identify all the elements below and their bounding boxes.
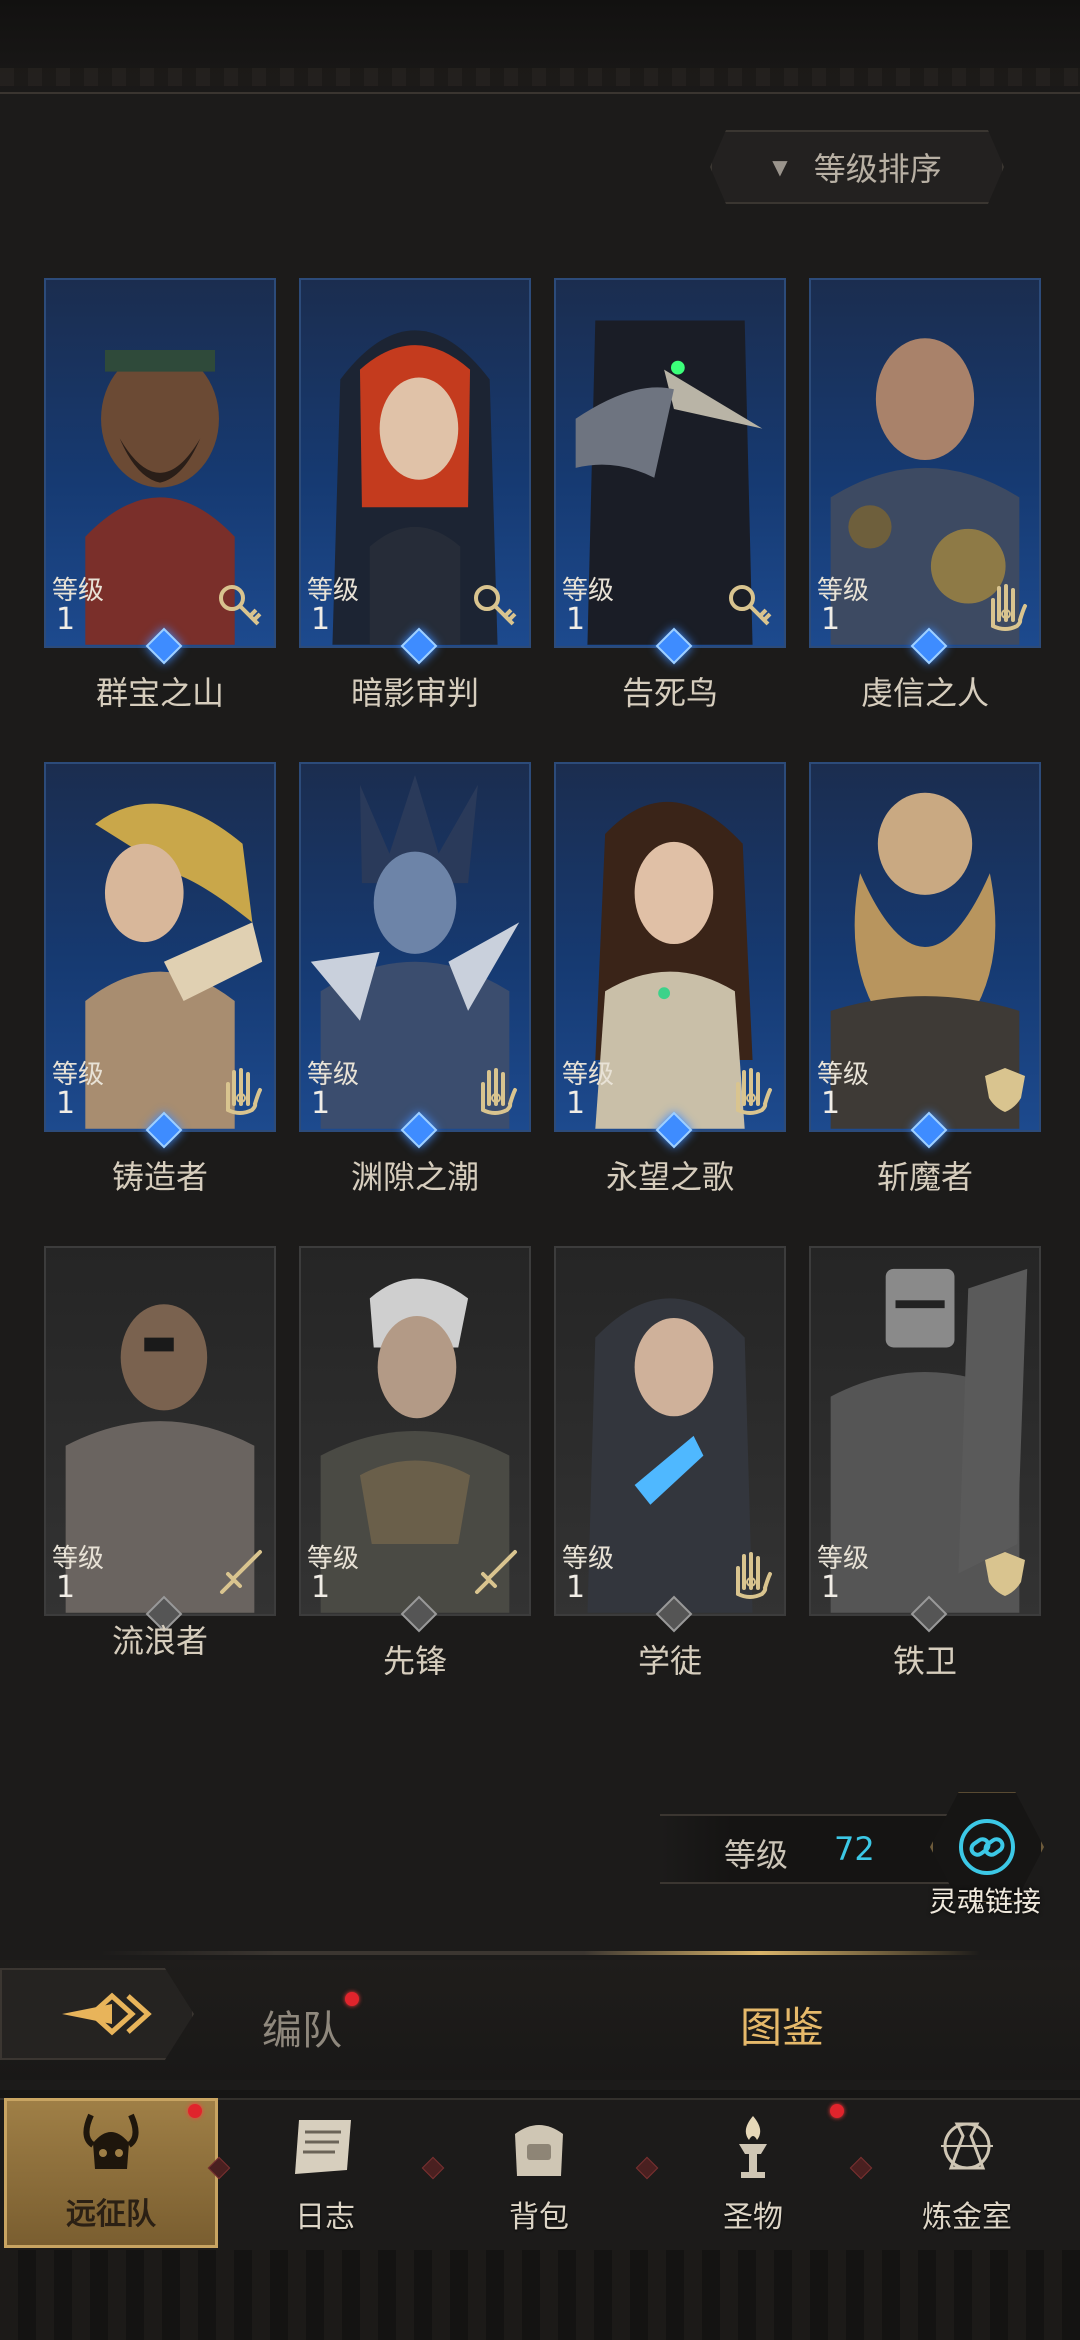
hero-name: 渊隙之潮 — [350, 1158, 479, 1196]
nav-relics[interactable]: 圣物 — [646, 2098, 860, 2248]
viking-helmet-icon — [71, 2107, 151, 2183]
sword-icon — [214, 1548, 266, 1600]
hero-card[interactable]: 等级 1 — [554, 1246, 786, 1616]
shield-icon — [979, 1064, 1031, 1116]
scroll-icon — [285, 2110, 365, 2186]
hand-icon — [469, 1064, 521, 1116]
nav-label: 远征队 — [66, 2197, 156, 2232]
level-value: 1 — [821, 1570, 841, 1605]
hand-icon — [979, 580, 1031, 632]
hero-name: 暗影审判 — [350, 674, 479, 712]
tab-codex[interactable]: 图鉴 — [740, 1994, 824, 2055]
nav-label: 圣物 — [723, 2200, 783, 2235]
hero-card[interactable]: 等级 1 — [44, 1246, 276, 1616]
key-icon — [469, 580, 521, 632]
hero-card[interactable]: 等级 1 — [554, 762, 786, 1132]
soul-link-button[interactable]: 灵魂链接 — [910, 1776, 1060, 1926]
hero-name: 铁卫 — [892, 1642, 957, 1680]
hero-name: 斩魔者 — [876, 1158, 973, 1196]
alchemy-icon — [927, 2110, 1007, 2186]
nav-label: 炼金室 — [922, 2200, 1012, 2235]
soul-link-label: 灵魂链接 — [928, 1885, 1041, 1918]
hero-card[interactable]: 等级 1 — [554, 278, 786, 648]
hero-grid: 等级 1 群宝之山 等级 1 暗影审判 等级 1 告死鸟 等级 1 虔信之人 等… — [0, 0, 1080, 1700]
bottom-ornament — [0, 2250, 1080, 2340]
key-icon — [724, 580, 776, 632]
nav-alchemy-room[interactable]: 炼金室 — [860, 2098, 1074, 2248]
level-value: 1 — [56, 602, 76, 637]
total-level-bar: 等级 72 — [660, 1814, 950, 1884]
notification-dot — [830, 2104, 844, 2118]
hero-card[interactable]: 等级 1 — [809, 1246, 1041, 1616]
nav-journal[interactable]: 日志 — [218, 2098, 432, 2248]
level-value: 1 — [56, 1570, 76, 1605]
hand-icon — [724, 1064, 776, 1116]
level-value: 1 — [311, 1086, 331, 1121]
level-value: 1 — [311, 1570, 331, 1605]
hero-card[interactable]: 等级 1 — [809, 762, 1041, 1132]
nav-expedition[interactable]: 远征队 — [4, 2098, 218, 2248]
tab-divider — [100, 1951, 980, 1955]
level-value: 1 — [566, 602, 586, 637]
hero-card[interactable]: 等级 1 — [44, 278, 276, 648]
hero-name: 群宝之山 — [95, 674, 224, 712]
nav-backpack[interactable]: 背包 — [432, 2098, 646, 2248]
hero-name: 告死鸟 — [621, 674, 718, 712]
hero-name: 先锋 — [382, 1642, 447, 1680]
torch-icon — [713, 2110, 793, 2186]
hand-icon — [724, 1548, 776, 1600]
hero-name: 铸造者 — [111, 1158, 208, 1196]
hero-card[interactable]: 等级 1 — [299, 1246, 531, 1616]
nav-label: 日志 — [295, 2200, 355, 2235]
tab-formation[interactable]: 编队 — [262, 1998, 342, 2056]
hero-card[interactable]: 等级 1 — [44, 762, 276, 1132]
hand-icon — [214, 1064, 266, 1116]
notification-dot — [345, 1992, 359, 2006]
key-icon — [214, 580, 266, 632]
total-level-value: 72 — [834, 1830, 875, 1868]
hero-name: 学徒 — [637, 1642, 702, 1680]
level-value: 1 — [311, 602, 331, 637]
hero-card[interactable]: 等级 1 — [299, 278, 531, 648]
hero-name: 虔信之人 — [860, 674, 989, 712]
hero-name: 永望之歌 — [605, 1158, 734, 1196]
hero-card[interactable]: 等级 1 — [299, 762, 531, 1132]
sword-icon — [469, 1548, 521, 1600]
total-level-label: 等级 — [724, 1836, 789, 1874]
hero-name: 流浪者 — [111, 1622, 208, 1660]
level-value: 1 — [56, 1086, 76, 1121]
arrow-left-icon — [62, 1992, 152, 2036]
back-button[interactable] — [0, 1968, 194, 2060]
nav-label: 背包 — [509, 2200, 569, 2235]
bag-icon — [499, 2110, 579, 2186]
notification-dot — [188, 2104, 202, 2118]
level-value: 1 — [566, 1570, 586, 1605]
level-value: 1 — [821, 1086, 841, 1121]
level-value: 1 — [566, 1086, 586, 1121]
shield-icon — [979, 1548, 1031, 1600]
hero-card[interactable]: 等级 1 — [809, 278, 1041, 648]
level-value: 1 — [821, 602, 841, 637]
